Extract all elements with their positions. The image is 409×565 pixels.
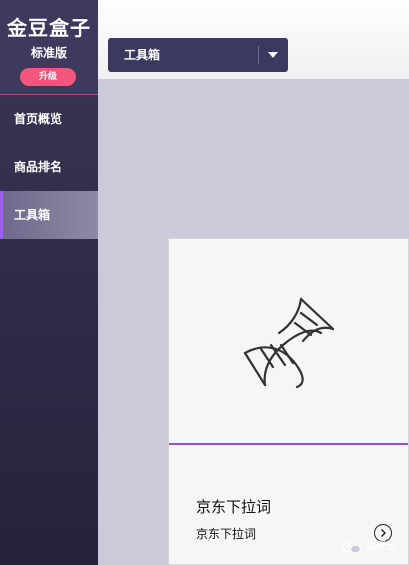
dna-icon <box>243 297 335 389</box>
edition-label: 标准版 <box>30 46 67 60</box>
sidebar-item-label: 商品排名 <box>14 160 63 174</box>
tool-select-value: 工具箱 <box>124 48 161 62</box>
brand-name: 金豆盒子 <box>7 16 91 40</box>
brand-header: 金豆盒子 标准版 升级 <box>0 0 98 95</box>
wechat-icon <box>342 541 362 554</box>
sidebar-item-label: 工具箱 <box>14 208 51 222</box>
chevron-right-icon <box>381 529 386 537</box>
dropdown-divider <box>258 46 259 64</box>
sidebar-item-product-ranking[interactable]: 商品排名 <box>0 143 98 191</box>
sidebar-item-label: 首页概览 <box>14 112 63 126</box>
card-description: 京东下拉词 <box>196 527 257 541</box>
chevron-down-icon[interactable] <box>268 52 278 58</box>
card-figure <box>169 239 408 445</box>
card-title: 京东下拉词 <box>196 498 272 516</box>
watermark-text: 金豆云 <box>366 541 396 552</box>
sidebar-item-toolbox[interactable]: 工具箱 <box>0 191 98 239</box>
sidebar: 金豆盒子 标准版 升级 首页概览 商品排名 工具箱 <box>0 0 98 565</box>
upgrade-button[interactable]: 升级 <box>20 68 76 86</box>
tool-select-dropdown[interactable]: 工具箱 <box>108 38 288 72</box>
top-header: 工具箱 <box>98 0 409 79</box>
tool-card[interactable]: 京东下拉词 京东下拉词 <box>168 238 409 565</box>
sidebar-item-overview[interactable]: 首页概览 <box>0 95 98 143</box>
